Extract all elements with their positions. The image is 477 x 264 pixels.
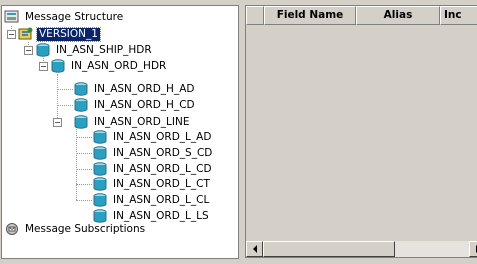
tree-connector [76, 137, 92, 138]
field-grid[interactable]: Field Name Alias Inc [245, 5, 477, 258]
database-cylinder-icon [35, 43, 51, 57]
database-cylinder-icon [73, 115, 89, 129]
scroll-left-button[interactable] [246, 241, 263, 257]
tree-connector [57, 89, 73, 90]
tree-item-node[interactable]: IN_ASN_ORD_L_CD [92, 161, 214, 177]
tree-connector [57, 74, 58, 122]
message-subscriptions-icon [4, 222, 20, 236]
grid-header-alias[interactable]: Alias [356, 6, 440, 25]
tree-item-label: Message Subscriptions [25, 222, 146, 235]
tree-item-label: IN_ASN_ORD_H_AD [94, 82, 195, 95]
tree-item-node[interactable]: IN_ASN_ORD_L_CT [92, 176, 212, 192]
tree-connector [76, 169, 92, 170]
tree-item-label: IN_ASN_ORD_LINE [94, 115, 190, 128]
tree-item-node[interactable]: IN_ASN_ORD_H_AD [73, 81, 196, 97]
grid-header-field-name[interactable]: Field Name [264, 6, 356, 25]
message-structure-icon [4, 10, 20, 24]
tree-item-node[interactable]: IN_ASN_ORD_LINE [73, 114, 191, 130]
tree-item-label: Message Structure [25, 10, 124, 23]
tree-item-label: IN_ASN_ORD_HDR [71, 59, 167, 72]
database-cylinder-icon [92, 130, 108, 144]
tree-item-message-structure[interactable]: Message Structure [4, 9, 125, 25]
expand-toggle[interactable]: − [39, 62, 48, 71]
database-cylinder-icon [92, 193, 108, 207]
expand-toggle[interactable]: − [24, 46, 33, 55]
tree-item-node[interactable]: IN_ASN_ORD_L_CL [92, 192, 211, 208]
tree-item-label: IN_ASN_ORD_L_CT [113, 177, 210, 190]
message-tree-panel[interactable]: Message Structure − VERSION_1 − IN_ASN_S… [1, 5, 239, 259]
version-icon [18, 27, 34, 41]
database-cylinder-icon [92, 162, 108, 176]
chevron-left-icon [252, 245, 257, 253]
tree-item-node[interactable]: IN_ASN_ORD_S_CD [92, 145, 214, 161]
expand-toggle[interactable]: − [53, 118, 62, 127]
tree-item-label: IN_ASN_ORD_H_CD [94, 98, 195, 111]
database-cylinder-icon [50, 59, 66, 73]
database-cylinder-icon [92, 146, 108, 160]
tree-connector [76, 122, 77, 200]
tree-item-label: IN_ASN_SHIP_HDR [56, 43, 152, 56]
grid-header: Field Name Alias Inc [246, 6, 477, 25]
scroll-right-button[interactable] [469, 241, 477, 257]
database-cylinder-icon [73, 98, 89, 112]
scrollbar-thumb[interactable] [263, 241, 395, 257]
tree-item-node[interactable]: IN_ASN_SHIP_HDR [35, 42, 154, 58]
database-cylinder-icon [92, 177, 108, 191]
tree-item-label: IN_ASN_ORD_L_AD [113, 130, 212, 143]
database-cylinder-icon [73, 82, 89, 96]
tree-item-label: IN_ASN_ORD_L_CL [113, 193, 210, 206]
tree-connector [57, 105, 73, 106]
tree-item-node[interactable]: IN_ASN_ORD_L_AD [92, 129, 213, 145]
scrollbar-track[interactable] [395, 241, 469, 257]
grid-header-inc[interactable]: Inc [440, 6, 477, 25]
tree-item-node[interactable]: IN_ASN_ORD_H_CD [73, 97, 197, 113]
tree-item-version[interactable]: VERSION_1 [18, 26, 101, 42]
tree-connector [76, 184, 92, 185]
tree-item-label: IN_ASN_ORD_L_CD [113, 162, 212, 175]
tree-item-message-subscriptions[interactable]: Message Subscriptions [4, 221, 147, 237]
tree-connector [76, 153, 92, 154]
tree-item-label: VERSION_1 [36, 26, 101, 42]
tree-item-label: IN_ASN_ORD_S_CD [113, 146, 213, 159]
grid-header-selector[interactable] [246, 6, 264, 25]
horizontal-scrollbar[interactable] [246, 241, 477, 257]
tree-item-node[interactable]: IN_ASN_ORD_HDR [50, 58, 168, 74]
expand-toggle[interactable]: − [7, 30, 16, 39]
tree-connector [76, 200, 92, 201]
